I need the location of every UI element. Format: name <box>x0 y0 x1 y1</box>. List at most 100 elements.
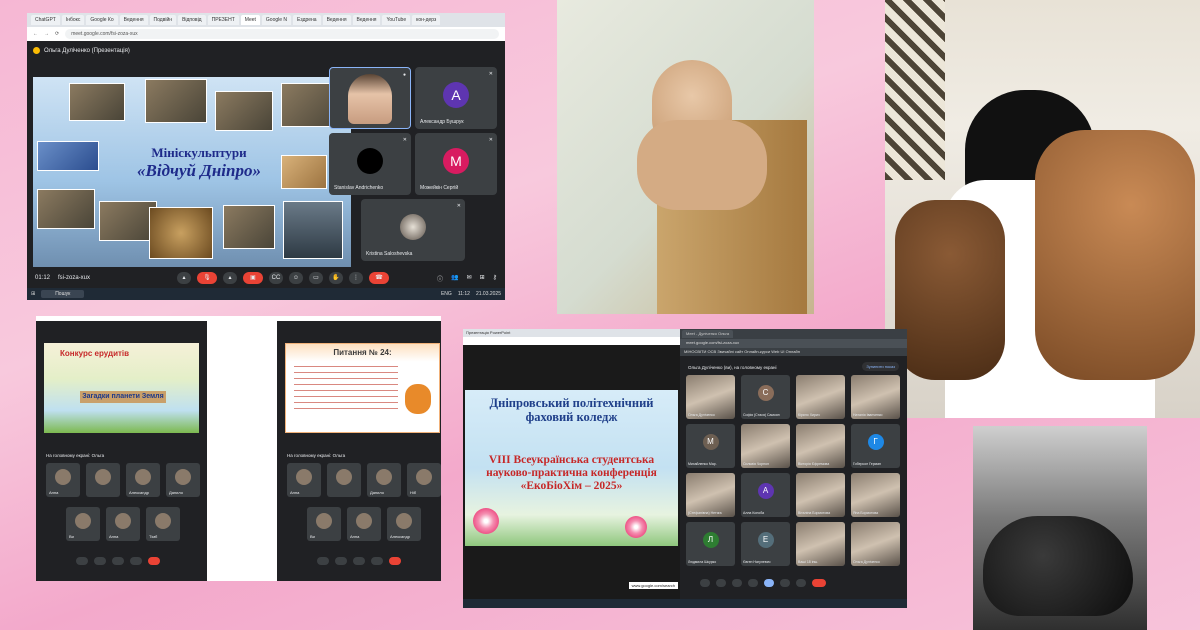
participant-tile[interactable] <box>86 463 120 497</box>
participant-name: Ви <box>69 534 74 539</box>
chat-icon[interactable]: ✉ <box>467 274 472 283</box>
browser-tab[interactable]: Google Ко <box>86 15 118 25</box>
mic-button[interactable] <box>317 557 329 565</box>
avatar <box>336 469 352 485</box>
lock-icon[interactable]: ⚷ <box>493 274 497 283</box>
participant-tile[interactable]: ● <box>329 67 411 129</box>
participant-tile[interactable]: Тімб <box>146 507 180 541</box>
participant-tile[interactable]: Ніб <box>407 463 441 497</box>
participant-tile[interactable]: A ✕ Александр Бушрук <box>415 67 497 129</box>
participant-name: Kristina Saloshevska <box>366 251 413 257</box>
participant-tile[interactable]: Анна <box>106 507 140 541</box>
mic-off-button[interactable]: 🎙 <box>197 272 217 284</box>
url-field[interactable]: meet.google.com/fsi-zoza-xux <box>65 29 499 39</box>
participant-tile[interactable]: Вікторія Єфремова <box>796 424 845 468</box>
leave-call-button[interactable] <box>389 557 401 565</box>
forward-icon[interactable]: → <box>44 31 49 37</box>
url-field[interactable]: meet.google.com/fsi-zoza-xux <box>680 339 907 348</box>
leave-call-button[interactable]: ☎ <box>369 272 389 284</box>
browser-tab[interactable]: YouTube <box>382 15 411 25</box>
mic-muted-icon: ✕ <box>488 71 493 77</box>
captions-button[interactable]: CC <box>269 272 283 284</box>
participant-tile[interactable]: M Михайленко Мар. <box>686 424 735 468</box>
participant-tile[interactable]: ✕ Kristina Saloshevska <box>361 199 465 261</box>
browser-tab[interactable]: Ездрена <box>293 15 321 25</box>
browser-tab[interactable]: ChatGPT <box>31 15 60 25</box>
participant-tile[interactable]: Кірило Хирич <box>796 375 845 419</box>
presenter-banner: Ольга Дуліченко (Презентація) <box>33 47 130 54</box>
participant-tile[interactable]: Сильвія Чорнол <box>741 424 790 468</box>
participant-tile[interactable]: Віталіна Бормотова <box>796 473 845 517</box>
participant-tile[interactable]: Г Гоберсон Герман <box>851 424 900 468</box>
participant-tile[interactable]: (Стефанівна) Нетяга <box>686 473 735 517</box>
participant-tile[interactable]: Анна <box>287 463 321 497</box>
participant-tile[interactable]: Александр <box>387 507 421 541</box>
browser-tab[interactable]: Відповід <box>178 15 206 25</box>
more-options-icon[interactable]: ⋮ <box>349 272 363 284</box>
search-link[interactable]: www.google.com/search <box>628 582 678 589</box>
windows-taskbar <box>463 599 680 608</box>
participant-tile[interactable]: C Софія (Стася) Самоян <box>741 375 790 419</box>
camera-button[interactable] <box>94 557 106 565</box>
participant-tile[interactable]: Ви <box>66 507 100 541</box>
browser-tab[interactable]: Ведення <box>352 15 381 25</box>
more-button[interactable] <box>130 557 142 565</box>
caption-icon[interactable]: ▴ <box>177 272 191 284</box>
hand-button[interactable] <box>353 557 365 565</box>
leave-call-button[interactable] <box>148 557 160 565</box>
participant-tile[interactable]: Анна <box>46 463 80 497</box>
participant-name: Гоберсон Герман <box>853 462 881 466</box>
participant-tile[interactable]: Ольга Дуліченко <box>851 522 900 566</box>
stop-presenting-button[interactable]: Зупинити показ <box>862 362 899 371</box>
participant-tile[interactable]: Ольга Дуліченко <box>686 375 735 419</box>
reload-icon[interactable]: ⟳ <box>55 31 59 37</box>
back-icon[interactable]: ← <box>33 31 38 37</box>
browser-tab[interactable]: Google N <box>261 15 292 25</box>
present-button[interactable]: ▭ <box>309 272 323 284</box>
info-icon[interactable]: ⓘ <box>437 274 443 283</box>
people-icon[interactable]: 👥 <box>451 274 458 283</box>
participant-tile[interactable]: Наталія Іванченко <box>851 375 900 419</box>
participant-tile[interactable]: Данило <box>166 463 200 497</box>
participant-tile[interactable]: ✕ Stanislav Andrichenko <box>329 133 411 195</box>
present-button[interactable] <box>764 579 774 587</box>
participant-tile[interactable]: Ваші 18 інш. <box>796 522 845 566</box>
browser-tab[interactable]: Meet - Дуліченко Ольга <box>682 330 734 338</box>
windows-start-icon[interactable]: ⊞ <box>31 291 35 297</box>
participant-tile[interactable]: Л Людмила Шкурко <box>686 522 735 566</box>
browser-tab[interactable]: кон-дерз <box>412 15 441 25</box>
participant-tile[interactable] <box>327 463 361 497</box>
browser-tab[interactable]: Meet <box>240 15 260 25</box>
taskbar-search[interactable]: Пошук <box>41 290 85 298</box>
mic-button[interactable] <box>76 557 88 565</box>
leave-call-button[interactable] <box>812 579 826 587</box>
participant-tile[interactable]: Данило <box>367 463 401 497</box>
participant-tile[interactable]: Яна Бормотова <box>851 473 900 517</box>
captions-button[interactable] <box>732 579 742 587</box>
participant-tile[interactable]: Ви <box>307 507 341 541</box>
camera-button[interactable] <box>335 557 347 565</box>
camera-off-button[interactable]: ▣ <box>243 272 263 284</box>
participant-tile[interactable]: M ✕ Можейкін Сергій <box>415 133 497 195</box>
shared-slide: Питання № 24: <box>285 343 440 433</box>
mic-button[interactable] <box>700 579 710 587</box>
browser-tab[interactable]: Інбокс <box>61 15 85 25</box>
participant-tile[interactable]: Александр <box>126 463 160 497</box>
activities-icon[interactable]: ⊞ <box>480 274 485 283</box>
hand-button[interactable] <box>780 579 790 587</box>
browser-tab[interactable]: Ведення <box>119 15 148 25</box>
participant-tile[interactable]: Е Євген Нагулевич <box>741 522 790 566</box>
raise-hand-button[interactable]: ✋ <box>329 272 343 284</box>
browser-tab[interactable]: ПРЕЗЕНТ <box>207 15 239 25</box>
camera-button[interactable] <box>716 579 726 587</box>
participant-tile[interactable]: Анна <box>347 507 381 541</box>
camera-menu-icon[interactable]: ▴ <box>223 272 237 284</box>
more-button[interactable] <box>796 579 806 587</box>
emoji-button[interactable] <box>748 579 758 587</box>
more-button[interactable] <box>371 557 383 565</box>
participant-tile[interactable]: A Алла Коноба <box>741 473 790 517</box>
emoji-button[interactable]: ☺ <box>289 272 303 284</box>
browser-tab[interactable]: Подвійн <box>149 15 177 25</box>
browser-tab[interactable]: Ведення <box>322 15 351 25</box>
hand-button[interactable] <box>112 557 124 565</box>
